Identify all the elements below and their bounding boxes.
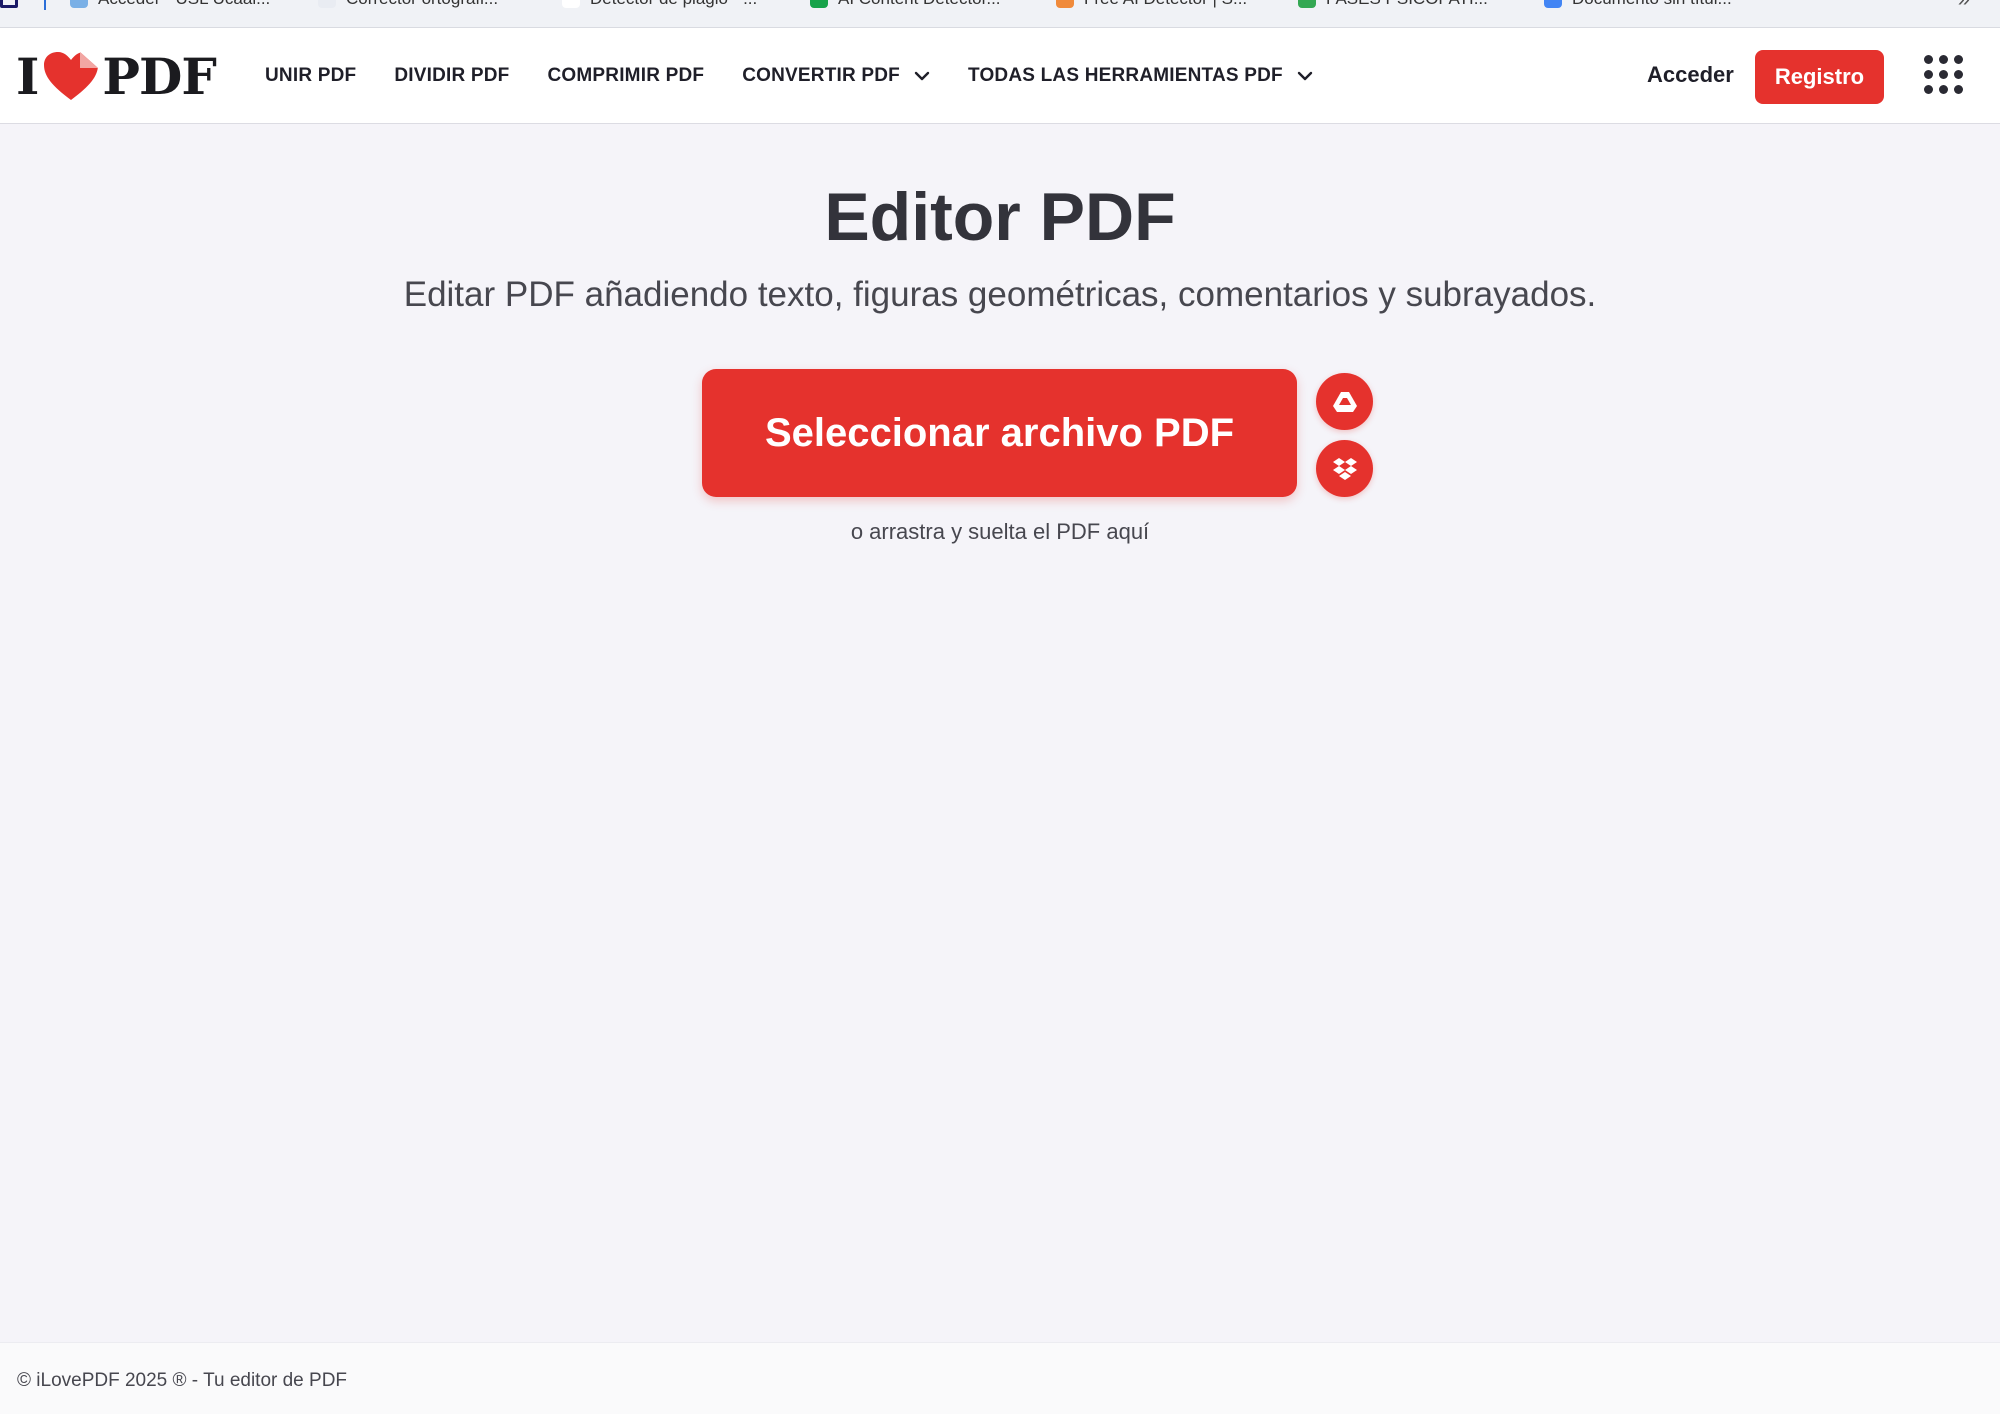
bookmark-label: Corrector ortográfi... — [346, 0, 498, 9]
bookmark-favicon-icon — [318, 0, 336, 8]
bookmark-favicon-icon — [70, 0, 88, 8]
chevron-down-icon — [914, 71, 930, 81]
page-title: Editor PDF — [824, 179, 1176, 255]
footer-copyright: © iLovePDF 2025 ® - Tu editor de PDF — [17, 1370, 348, 1391]
nav-label: CONVERTIR PDF — [742, 65, 900, 86]
bookmark-item[interactable]: FASES PSICOPATI... — [1298, 0, 1488, 10]
nav-label: UNIR PDF — [265, 65, 357, 86]
bookmark-label: Documento sin títul... — [1572, 0, 1732, 9]
heart-icon — [44, 52, 99, 100]
bookmarks-overflow-icon[interactable]: » — [1958, 0, 1970, 12]
bookmark-item[interactable]: Documento sin títul... — [1544, 0, 1732, 10]
apps-shortcut-icon[interactable] — [0, 0, 18, 8]
drop-hint: o arrastra y suelta el PDF aquí — [850, 519, 1150, 544]
dropbox-button[interactable] — [1316, 440, 1373, 497]
main-nav: UNIR PDF DIVIDIR PDF COMPRIMIR PDF CONVE… — [265, 28, 1351, 124]
bookmark-item[interactable]: Detector de plagio - ... — [562, 0, 757, 10]
chevron-down-icon — [1297, 71, 1313, 81]
ilovepdf-logo[interactable]: I PDF — [16, 47, 217, 106]
grid-menu-icon[interactable] — [1924, 55, 1964, 97]
bookmark-label: Acceder - USL Ucaal... — [98, 0, 270, 9]
bookmarks-bar: Acceder - USL Ucaal... Corrector ortográ… — [0, 0, 2000, 28]
bookmark-favicon-icon — [1298, 0, 1316, 8]
nav-compress-pdf[interactable]: COMPRIMIR PDF — [547, 65, 704, 87]
bookmark-item[interactable]: Corrector ortográfi... — [318, 0, 498, 10]
nav-merge-pdf[interactable]: UNIR PDF — [265, 65, 356, 87]
logo-letter: I — [16, 46, 39, 106]
bookmarks-separator — [44, 0, 46, 10]
bookmark-favicon-icon — [1544, 0, 1562, 8]
bookmark-item[interactable]: Free AI Detector | S... — [1056, 0, 1247, 10]
site-header: I PDF UNIR PDF DIVIDIR PDF COMPRIMIR PDF… — [0, 28, 2000, 124]
signup-button[interactable]: Registro — [1755, 50, 1884, 104]
bookmark-label: Free AI Detector | S... — [1084, 0, 1247, 9]
nav-convert-pdf[interactable]: CONVERTIR PDF — [742, 65, 930, 87]
bookmark-favicon-icon — [1056, 0, 1074, 8]
site-footer: © iLovePDF 2025 ® - Tu editor de PDF — [0, 1342, 2000, 1414]
nav-all-tools[interactable]: TODAS LAS HERRAMIENTAS PDF — [968, 65, 1313, 87]
page-subtitle: Editar PDF añadiendo texto, figuras geom… — [403, 275, 1597, 314]
google-drive-button[interactable] — [1316, 373, 1373, 430]
login-link[interactable]: Acceder — [1647, 62, 1734, 88]
nav-label: TODAS LAS HERRAMIENTAS PDF — [967, 65, 1283, 86]
bookmark-label: FASES PSICOPATI... — [1326, 0, 1488, 9]
bookmark-favicon-icon — [562, 0, 580, 8]
select-pdf-button[interactable]: Seleccionar archivo PDF — [702, 369, 1297, 497]
bookmark-item[interactable]: Acceder - USL Ucaal... — [70, 0, 270, 10]
nav-label: DIVIDIR PDF — [394, 65, 510, 86]
logo-wordmark: PDF — [102, 46, 216, 106]
bookmark-favicon-icon — [810, 0, 828, 8]
nav-label: COMPRIMIR PDF — [547, 65, 705, 86]
bookmark-label: AI Content Detector... — [838, 0, 1001, 9]
google-drive-icon — [1332, 391, 1357, 412]
bookmark-item[interactable]: AI Content Detector... — [810, 0, 1001, 10]
nav-split-pdf[interactable]: DIVIDIR PDF — [394, 65, 509, 87]
bookmark-label: Detector de plagio - ... — [590, 0, 757, 9]
dropbox-icon — [1332, 457, 1357, 480]
